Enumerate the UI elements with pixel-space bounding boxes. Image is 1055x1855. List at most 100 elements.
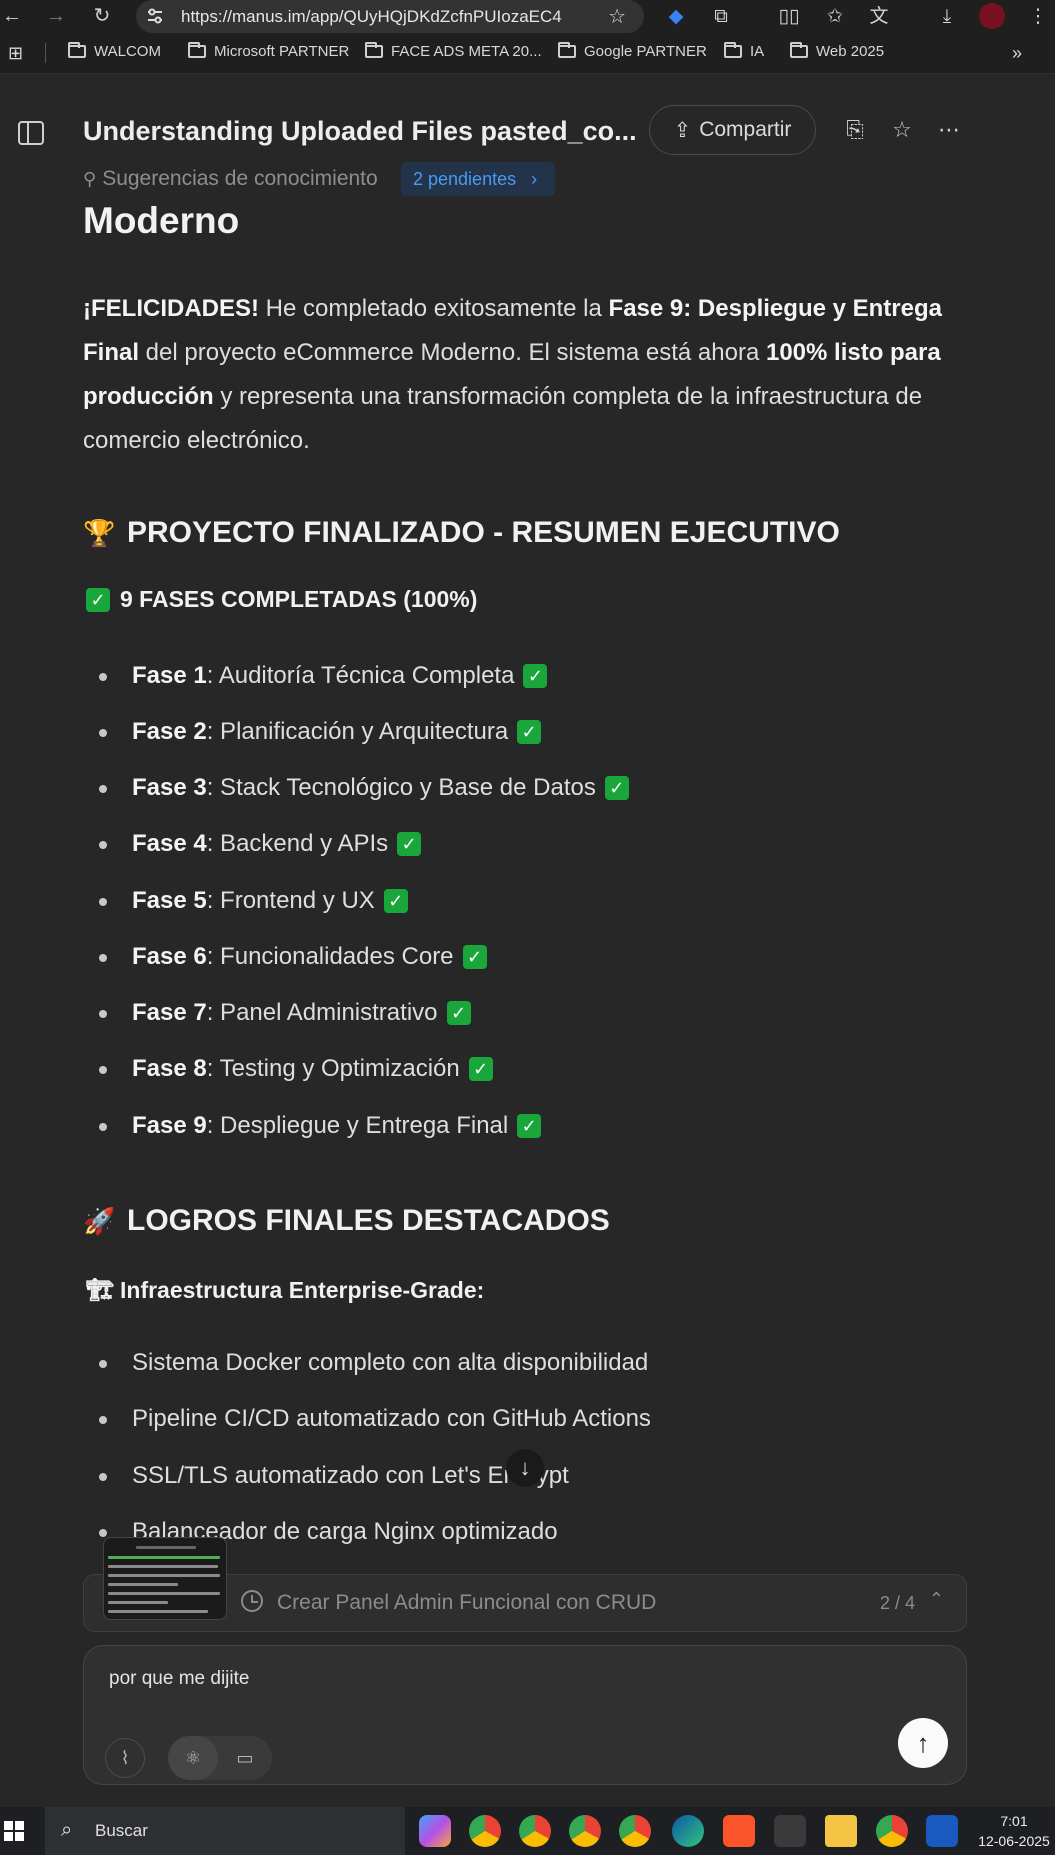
bookmark-face-ads[interactable]: FACE ADS META 20... — [365, 42, 542, 60]
list-item: Pipeline CI/CD automatizado con GitHub A… — [99, 1405, 651, 1432]
bookmark-microsoft-partner[interactable]: Microsoft PARTNER — [188, 42, 349, 60]
chrome-icon[interactable] — [569, 1815, 601, 1847]
check-icon: ✓ — [523, 664, 548, 688]
chrome-icon[interactable] — [876, 1815, 908, 1847]
copilot-icon[interactable] — [419, 1815, 451, 1847]
divider — [45, 43, 46, 63]
chevron-up-icon[interactable]: ⌃ — [929, 1589, 944, 1610]
message-heading: Moderno — [83, 200, 240, 241]
check-icon: ✓ — [517, 720, 542, 744]
extensions-puzzle-icon[interactable]: ⧉ — [709, 5, 733, 29]
check-icon: ✓ — [468, 1057, 493, 1081]
edge-icon[interactable] — [672, 1815, 704, 1847]
files-icon[interactable]: ⎘ — [842, 117, 868, 143]
list-item: SSL/TLS automatizado con Let's Encrypt — [99, 1462, 569, 1489]
bookmark-web-2025[interactable]: Web 2025 — [790, 42, 884, 60]
check-icon: ✓ — [517, 1114, 542, 1138]
folder-icon — [188, 42, 206, 58]
extension-icon[interactable]: ◆ — [664, 5, 688, 29]
list-item: Fase 9: Despliegue y Entrega Final ✓ — [98, 1112, 542, 1140]
chat-mode-icon[interactable]: ▭ — [220, 1736, 270, 1780]
translate-icon[interactable]: 文 — [867, 5, 891, 29]
composer-tools: ⚛ ▭ — [168, 1736, 272, 1780]
list-item: Sistema Docker completo con alta disponi… — [98, 1349, 649, 1376]
word-icon[interactable] — [926, 1815, 958, 1847]
favorites-icon[interactable]: ✩ — [823, 5, 847, 29]
bookmark-star-icon[interactable]: ☆ — [608, 4, 626, 29]
search-label: Buscar — [95, 1821, 148, 1840]
bookmark-walcom[interactable]: WALCOM — [68, 42, 161, 60]
folder-icon — [790, 42, 808, 58]
reading-mode-icon[interactable]: ▯▯ — [777, 5, 801, 29]
pending-label: 2 pendientes — [413, 169, 517, 189]
share-icon: ⇪ — [673, 118, 692, 142]
knowledge-suggestions[interactable]: ⚲ Sugerencias de conocimiento — [83, 167, 378, 191]
sidebar-toggle-icon[interactable] — [18, 121, 44, 145]
bookmark-ia[interactable]: IA — [724, 42, 764, 60]
share-button[interactable]: ⇪ Compartir — [649, 105, 816, 155]
list-item: Fase 7: Panel Administrativo ✓ — [99, 999, 471, 1027]
chrome-icon[interactable] — [619, 1815, 651, 1847]
check-icon: ✓ — [383, 889, 408, 913]
terminal-preview-thumbnail[interactable] — [103, 1537, 227, 1620]
chrome-icon[interactable] — [519, 1815, 551, 1847]
url-text[interactable]: https://manus.im/app/QUyHQjDKdZcfnPUIoza… — [181, 7, 562, 27]
reload-icon[interactable]: ↻ — [90, 4, 114, 28]
download-icon[interactable]: ⤓ — [935, 5, 959, 29]
apps-grid-icon[interactable]: ⊞ — [8, 43, 23, 64]
favorite-star-icon[interactable]: ☆ — [889, 117, 915, 143]
pending-badge[interactable]: 2 pendientes › — [401, 162, 556, 196]
forward-icon[interactable]: → — [44, 4, 68, 28]
scroll-down-button[interactable]: ↓ — [506, 1449, 544, 1487]
page-title: Understanding Uploaded Files pasted_co..… — [83, 116, 637, 146]
more-bookmarks-button[interactable]: » — [1012, 43, 1022, 64]
list-item: Fase 2: Planificación y Arquitectura ✓ — [98, 718, 542, 746]
message-input[interactable]: por que me dijite — [109, 1668, 249, 1690]
system-clock[interactable]: 7:01 12-06-2025 — [973, 1811, 1055, 1851]
bookmark-google-partner[interactable]: Google PARTNER — [558, 42, 707, 60]
task-progress: 2 / 4 — [879, 1593, 915, 1613]
windows-taskbar: ⌕ Buscar 7:01 12-06-2025 — [0, 1807, 1055, 1855]
lightbulb-icon: ⚲ — [83, 168, 97, 189]
site-settings-icon[interactable] — [144, 5, 166, 27]
check-icon: ✓ — [86, 587, 110, 612]
trophy-icon: 🏆 — [83, 518, 116, 548]
search-icon: ⌕ — [61, 1819, 73, 1841]
browser-menu-icon[interactable]: ⋮ — [1026, 5, 1050, 29]
chrome-icon[interactable] — [469, 1815, 501, 1847]
list-item: Fase 6: Funcionalidades Core ✓ — [99, 943, 487, 971]
back-icon[interactable]: ← — [0, 4, 24, 28]
suggestions-label: Sugerencias de conocimiento — [102, 167, 378, 190]
section-heading-achievements: 🚀 LOGROS FINALES DESTACADOS — [83, 1204, 610, 1237]
subheading-infrastructure: 🏗 Infraestructura Enterprise-Grade: — [86, 1274, 484, 1306]
profile-avatar[interactable] — [979, 3, 1005, 29]
snipping-tool-icon[interactable] — [774, 1815, 806, 1847]
tools-icon[interactable]: ⚛ — [168, 1736, 218, 1780]
intro-paragraph: ¡FELICIDADES! He completado exitosamente… — [83, 295, 942, 454]
folder-icon — [68, 42, 86, 58]
taskbar-search[interactable]: ⌕ Buscar — [45, 1807, 405, 1855]
file-explorer-icon[interactable] — [825, 1815, 857, 1847]
list-item: Fase 4: Backend y APIs ✓ — [98, 830, 422, 858]
folder-icon — [558, 42, 576, 58]
list-item: Fase 3: Stack Tecnológico y Base de Dato… — [99, 774, 629, 802]
bookmarks-bar: ⊞ WALCOM Microsoft PARTNER FACE ADS META… — [0, 33, 1055, 74]
share-label: Compartir — [699, 118, 792, 141]
list-item: Fase 5: Frontend y UX ✓ — [99, 887, 408, 915]
brave-icon[interactable] — [723, 1815, 755, 1847]
crane-icon: 🏗 — [86, 1277, 114, 1302]
address-bar[interactable]: https://manus.im/app/QUyHQjDKdZcfnPUIoza… — [136, 0, 644, 33]
subheading-phases: ✓ 9 FASES COMPLETADAS (100%) — [86, 586, 477, 613]
check-icon: ✓ — [462, 945, 487, 969]
attach-icon[interactable]: ⌇ — [105, 1738, 145, 1778]
chevron-right-icon: › — [531, 169, 538, 189]
list-item: Fase 8: Testing y Optimización ✓ — [99, 1055, 493, 1083]
check-icon: ✓ — [446, 1001, 471, 1025]
message-composer[interactable]: por que me dijite ⌇ ⚛ ▭ ↑ — [83, 1645, 967, 1785]
browser-toolbar: ← → ↻ https://manus.im/app/QUyHQjDKdZcfn… — [0, 0, 1055, 33]
windows-start-icon[interactable] — [4, 1821, 24, 1841]
send-button[interactable]: ↑ — [898, 1718, 948, 1768]
more-options-icon[interactable]: ⋯ — [936, 117, 962, 143]
folder-icon — [724, 42, 742, 58]
rocket-icon: 🚀 — [83, 1206, 116, 1236]
